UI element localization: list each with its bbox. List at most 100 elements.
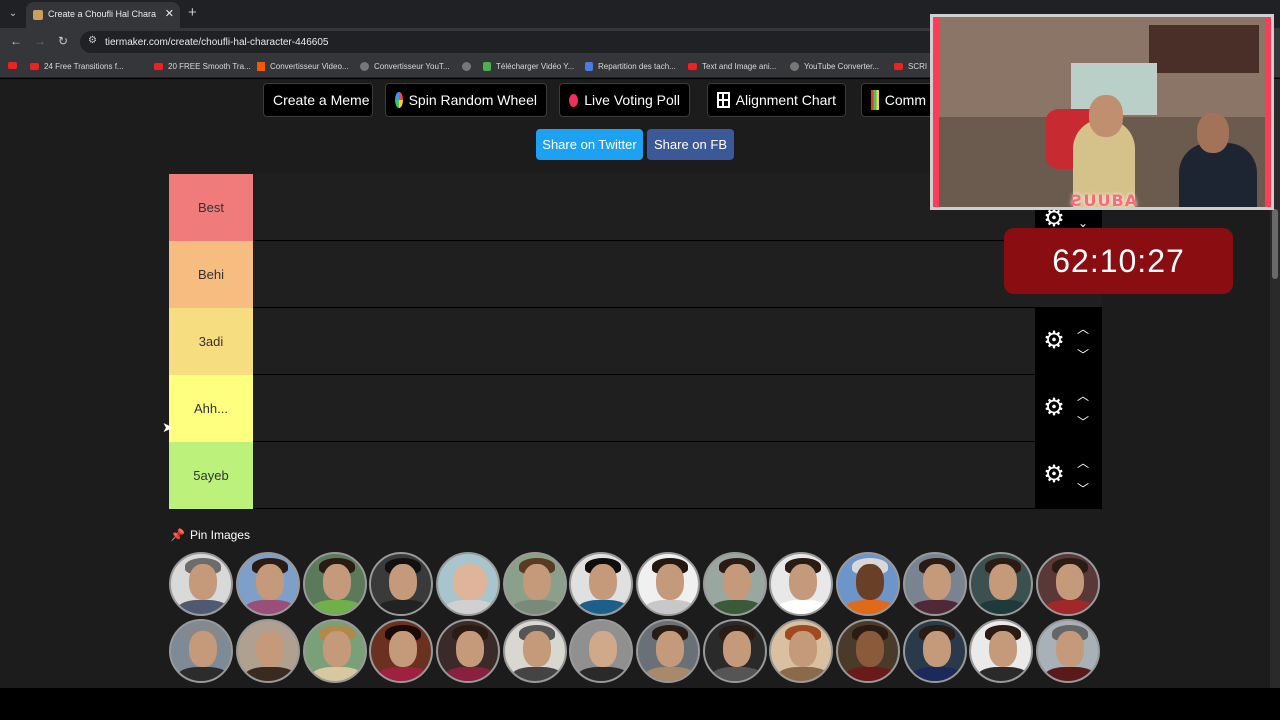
- tab-search-icon[interactable]: ⌄: [4, 5, 22, 23]
- character-image[interactable]: [769, 619, 833, 683]
- character-image[interactable]: [836, 552, 900, 616]
- character-image[interactable]: [169, 552, 233, 616]
- scrollbar-thumb[interactable]: [1272, 209, 1278, 279]
- tier-label[interactable]: Behi: [169, 241, 253, 308]
- gear-icon[interactable]: ⚙: [1041, 395, 1067, 421]
- bookmark-youtube-icon[interactable]: [8, 62, 22, 69]
- color-grid-icon: [871, 90, 879, 110]
- character-image[interactable]: [236, 619, 300, 683]
- chevron-down-icon[interactable]: ﹀: [1075, 413, 1091, 429]
- bookmark-item[interactable]: [462, 62, 476, 71]
- tier-row-5ayeb[interactable]: 5ayeb ⚙ ︿ ﹀: [169, 442, 1102, 509]
- character-image[interactable]: [369, 619, 433, 683]
- bookmark-item[interactable]: 24 Free Transitions f...: [30, 62, 124, 71]
- character-body: [244, 600, 296, 614]
- bookmark-item[interactable]: SCRI: [894, 62, 927, 71]
- character-body: [444, 600, 496, 614]
- character-image[interactable]: [503, 619, 567, 683]
- reload-icon[interactable]: ↻: [58, 34, 68, 48]
- browser-tab-active[interactable]: Create a Choufli Hal Character ✕: [26, 2, 180, 28]
- character-image[interactable]: [236, 552, 300, 616]
- url-text[interactable]: tiermaker.com/create/choufli-hal-charact…: [105, 37, 328, 48]
- character-image[interactable]: [903, 552, 967, 616]
- character-image[interactable]: [836, 619, 900, 683]
- character-body: [644, 600, 696, 614]
- character-image[interactable]: [703, 619, 767, 683]
- bookmark-item[interactable]: Text and Image ani...: [688, 62, 776, 71]
- character-body: [911, 667, 963, 681]
- character-image[interactable]: [169, 619, 233, 683]
- share-fb-button[interactable]: Share on FB: [647, 129, 734, 160]
- new-tab-button[interactable]: +: [188, 4, 197, 21]
- back-arrow-icon[interactable]: ←: [10, 34, 22, 48]
- create-meme-label: Create a Meme: [273, 92, 370, 108]
- chevron-down-icon[interactable]: ﹀: [1075, 480, 1091, 496]
- character-image[interactable]: [303, 552, 367, 616]
- bookmark-label: Télécharger Vidéo Y...: [496, 62, 575, 71]
- tier-row-3adi[interactable]: 3adi ⚙ ︿ ﹀: [169, 308, 1102, 375]
- character-image[interactable]: [903, 619, 967, 683]
- gear-icon[interactable]: ⚙: [1041, 328, 1067, 354]
- webcam-person-right: [1179, 143, 1257, 207]
- character-image[interactable]: [969, 552, 1033, 616]
- tier-label[interactable]: 3adi: [169, 308, 253, 375]
- bookmark-item[interactable]: 20 FREE Smooth Tra...: [154, 62, 251, 71]
- forward-arrow-icon[interactable]: →: [34, 34, 46, 48]
- tier-label[interactable]: Ahh...: [169, 375, 253, 442]
- bookmark-item[interactable]: Convertisseur Video...: [257, 62, 349, 71]
- character-image[interactable]: [303, 619, 367, 683]
- tier-row-behi[interactable]: Behi: [169, 241, 1102, 308]
- character-body: [844, 667, 896, 681]
- character-image[interactable]: [1036, 552, 1100, 616]
- tab-close-icon[interactable]: ✕: [165, 7, 174, 20]
- character-face: [589, 631, 617, 667]
- tier-row-ahh[interactable]: Ahh... ⚙ ︿ ﹀: [169, 375, 1102, 442]
- bookmark-item[interactable]: YouTube Converter...: [790, 62, 879, 71]
- share-twitter-button[interactable]: Share on Twitter: [536, 129, 643, 160]
- character-image[interactable]: [569, 552, 633, 616]
- character-image[interactable]: [703, 552, 767, 616]
- bookmark-item[interactable]: Convertisseur YouT...: [360, 62, 450, 71]
- chevron-down-icon[interactable]: ﹀: [1075, 346, 1091, 362]
- bookmark-item[interactable]: Télécharger Vidéo Y...: [483, 62, 574, 71]
- globe-icon: [360, 62, 369, 71]
- character-body: [377, 600, 429, 614]
- tier-label[interactable]: Best: [169, 174, 253, 241]
- character-image[interactable]: [436, 619, 500, 683]
- character-body: [644, 667, 696, 681]
- character-face: [656, 564, 684, 600]
- character-image[interactable]: [1036, 619, 1100, 683]
- tier-label[interactable]: 5ayeb: [169, 442, 253, 509]
- gear-icon[interactable]: ⚙: [1041, 462, 1067, 488]
- character-image[interactable]: [369, 552, 433, 616]
- bookmark-item[interactable]: Repartition des tach...: [585, 62, 676, 71]
- chevron-up-icon[interactable]: ︿: [1075, 454, 1091, 470]
- live-poll-button[interactable]: Live Voting Poll: [559, 83, 690, 117]
- character-image[interactable]: [436, 552, 500, 616]
- character-body: [311, 600, 363, 614]
- site-info-icon[interactable]: ⚙: [88, 35, 97, 46]
- webcam-shelf: [1149, 25, 1259, 73]
- tiermaker-favicon-icon: [33, 10, 43, 20]
- record-dot-icon: [569, 93, 579, 107]
- character-image[interactable]: [969, 619, 1033, 683]
- character-image[interactable]: [636, 619, 700, 683]
- character-body: [777, 600, 829, 614]
- spin-wheel-button[interactable]: Spin Random Wheel: [385, 83, 547, 117]
- share-twitter-label: Share on Twitter: [542, 137, 637, 152]
- alignment-chart-button[interactable]: Alignment Chart: [707, 83, 846, 117]
- character-face: [856, 631, 884, 667]
- character-image[interactable]: [569, 619, 633, 683]
- chevron-up-icon[interactable]: ︿: [1075, 387, 1091, 403]
- community-button[interactable]: Comm: [861, 83, 936, 117]
- bookmark-label: YouTube Converter...: [804, 62, 880, 71]
- create-meme-button[interactable]: Create a Meme: [263, 83, 373, 117]
- character-image[interactable]: [769, 552, 833, 616]
- tab-title: Create a Choufli Hal Character: [48, 9, 156, 19]
- wheel-icon: [395, 92, 403, 108]
- character-image[interactable]: [503, 552, 567, 616]
- tier-controls: ⚙ ︿ ﹀: [1035, 442, 1102, 509]
- chevron-up-icon[interactable]: ︿: [1075, 320, 1091, 336]
- character-body: [444, 667, 496, 681]
- character-image[interactable]: [636, 552, 700, 616]
